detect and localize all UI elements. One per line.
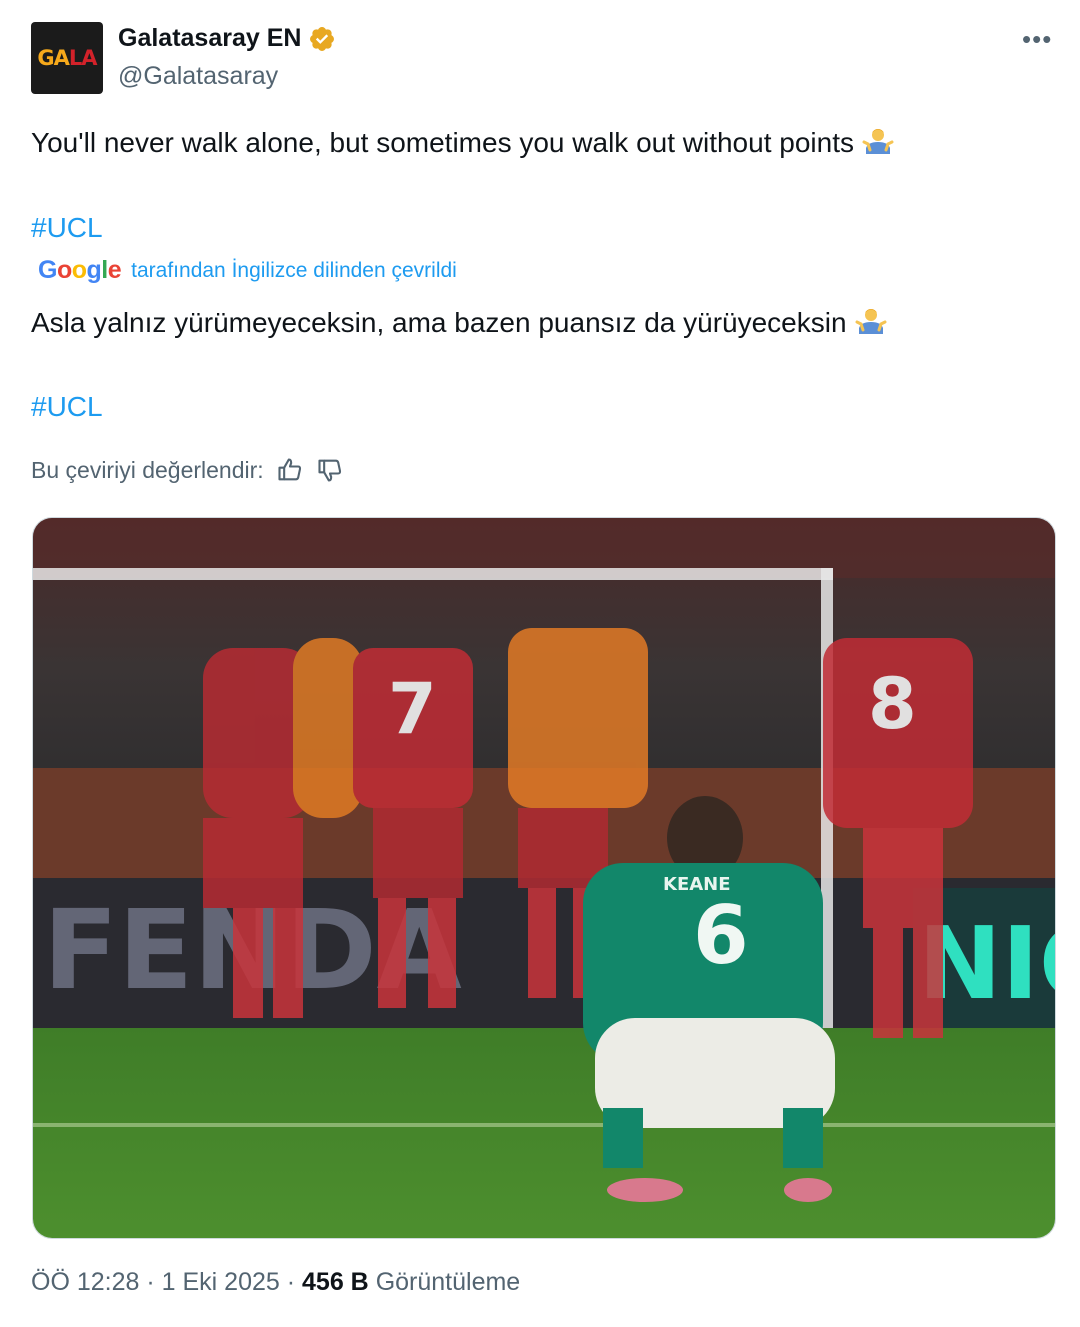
tweet-text: You'll never walk alone, but sometimes y…: [31, 127, 854, 158]
tweet-footer: ÖÖ 12:28 · 1 Eki 2025 · 456 B Görüntülem…: [31, 1268, 520, 1297]
man-shrugging-emoji-icon: [855, 309, 887, 334]
separator: ·: [146, 1268, 155, 1296]
tweet-text-row: You'll never walk alone, but sometimes y…: [31, 124, 894, 160]
translated-text: Asla yalnız yürümeyeceksin, ama bazen pu…: [31, 307, 847, 338]
rate-translation-row: Bu çeviriyi değerlendir:: [31, 456, 344, 484]
thumbs-up-icon[interactable]: [276, 456, 304, 484]
more-options-icon[interactable]: •••: [1022, 24, 1052, 54]
thumbs-down-icon[interactable]: [316, 456, 344, 484]
football-match-photo: FENDA NIG 7 8 KE: [33, 518, 1055, 1238]
rate-translation-label: Bu çeviriyi değerlendir:: [31, 456, 264, 483]
tweet-date[interactable]: 1 Eki 2025: [162, 1268, 280, 1296]
jersey-number-7: 7: [388, 668, 437, 750]
jersey-number-8: 8: [868, 663, 917, 745]
translated-by-label[interactable]: tarafından İngilizce dilinden çevrildi: [131, 259, 457, 283]
separator: ·: [286, 1268, 296, 1296]
translation-attribution: Google tarafından İngilizce dilinden çev…: [38, 256, 457, 285]
account-handle[interactable]: @Galatasaray: [118, 62, 278, 91]
translated-hashtag-link[interactable]: #UCL: [31, 390, 103, 424]
man-shrugging-emoji-icon: [862, 129, 894, 154]
verified-badge-icon[interactable]: [308, 25, 336, 53]
hashtag-link[interactable]: #UCL: [31, 211, 103, 245]
views-label: Görüntüleme: [375, 1268, 521, 1296]
avatar-logo-text: GALA: [37, 46, 97, 70]
tweet-photo[interactable]: FENDA NIG 7 8 KE: [32, 517, 1056, 1239]
views-count: 456 B: [302, 1268, 369, 1296]
display-name[interactable]: Galatasaray EN: [118, 24, 301, 53]
account-name-row: Galatasaray EN: [118, 24, 336, 53]
translated-text-row: Asla yalnız yürümeyeceksin, ama bazen pu…: [31, 304, 887, 340]
account-avatar[interactable]: GALA: [31, 22, 103, 94]
tweet-time[interactable]: ÖÖ 12:28: [31, 1268, 139, 1296]
google-logo-icon: Google: [38, 256, 122, 284]
jersey-number-6: 6: [693, 889, 749, 982]
